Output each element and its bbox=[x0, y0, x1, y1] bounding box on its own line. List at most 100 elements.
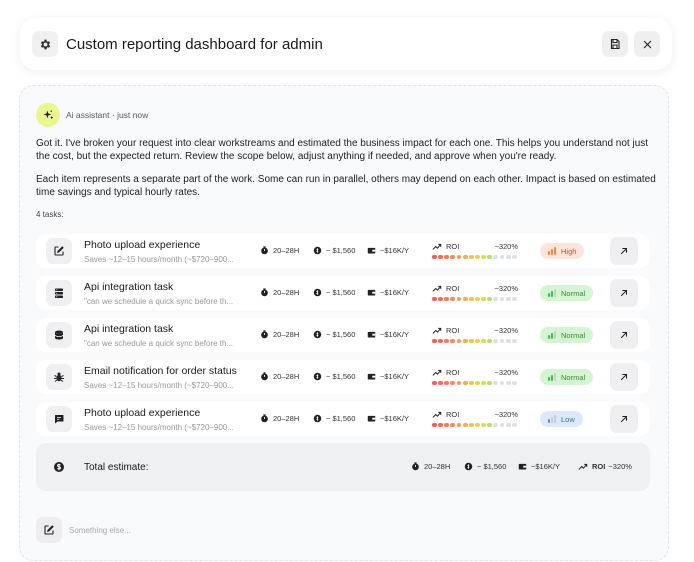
trend-up-icon bbox=[432, 243, 442, 250]
roi-segment bbox=[487, 423, 493, 427]
timer-icon bbox=[261, 372, 268, 381]
task-row[interactable]: Api integration task "can we schedule a … bbox=[36, 276, 650, 310]
signal-bars-icon bbox=[548, 289, 557, 297]
roi-meter bbox=[432, 255, 518, 259]
signal-bars-icon bbox=[548, 247, 557, 255]
task-subtitle: "can we schedule a quick sync before th.… bbox=[84, 338, 234, 348]
roi-segment bbox=[438, 255, 443, 259]
task-row[interactable]: Photo upload experience Saves ~12–15 hou… bbox=[36, 402, 650, 436]
coin-icon bbox=[313, 414, 322, 423]
arrow-up-right-icon bbox=[621, 248, 627, 254]
message-meta: Ai assistant · just now bbox=[36, 103, 148, 127]
task-impact: ~$16K/Y bbox=[367, 288, 409, 297]
bug-icon bbox=[46, 364, 72, 390]
gear-icon[interactable] bbox=[32, 31, 58, 57]
task-subtitle: Saves ~12–15 hours/month (~$720–900... bbox=[84, 422, 234, 432]
open-task-button[interactable] bbox=[610, 363, 638, 391]
task-row[interactable]: Api integration task "can we schedule a … bbox=[36, 318, 650, 352]
trend-up-icon bbox=[432, 411, 442, 418]
roi-segment bbox=[493, 381, 499, 385]
roi-segment bbox=[432, 255, 437, 259]
roi-meter bbox=[432, 297, 518, 301]
priority-bar bbox=[551, 333, 553, 339]
roi-segment bbox=[505, 297, 511, 301]
roi-segment bbox=[474, 339, 480, 343]
task-impact: ~$16K/Y bbox=[367, 330, 409, 339]
save-button[interactable] bbox=[602, 31, 628, 57]
server-icon bbox=[46, 280, 72, 306]
open-task-button[interactable] bbox=[610, 321, 638, 349]
wallet-icon bbox=[367, 247, 376, 254]
roi-segment bbox=[450, 297, 456, 301]
open-task-button[interactable] bbox=[610, 237, 638, 265]
roi-segment bbox=[481, 297, 486, 301]
task-row[interactable]: Photo upload experience Saves ~12–15 hou… bbox=[36, 234, 650, 268]
message-paragraph-1: Got it. I've broken your request into cl… bbox=[36, 138, 649, 162]
timer-icon bbox=[261, 414, 268, 423]
page-title: Custom reporting dashboard for admin bbox=[66, 35, 323, 53]
roi-segment bbox=[456, 381, 462, 385]
roi-segment bbox=[481, 381, 486, 385]
task-roi: ROI ~320% bbox=[432, 241, 518, 259]
compose-edit-button[interactable] bbox=[36, 517, 62, 543]
roi-segment bbox=[444, 423, 450, 427]
roi-segment bbox=[456, 423, 462, 427]
roi-segment bbox=[450, 423, 456, 427]
roi-segment bbox=[468, 297, 474, 301]
roi-segment bbox=[438, 381, 443, 385]
coin-icon bbox=[464, 462, 473, 471]
open-task-button[interactable] bbox=[610, 279, 638, 307]
total-hours: 20–28H bbox=[411, 462, 450, 471]
priority-bar bbox=[554, 373, 556, 381]
timestamp: just now bbox=[117, 110, 149, 120]
priority-bar bbox=[551, 375, 553, 381]
roi-segment bbox=[432, 381, 437, 385]
open-task-button[interactable] bbox=[610, 405, 638, 433]
arrow-up-right-icon bbox=[621, 416, 627, 422]
roi-segment bbox=[481, 255, 486, 259]
priority-bar bbox=[554, 247, 556, 255]
total-estimate-row: Total estimate: 20–28H ~ $1,560 ~$16K/Y … bbox=[36, 443, 650, 491]
task-hours: 20–28H bbox=[260, 372, 299, 381]
dollar-icon bbox=[46, 454, 72, 480]
task-row[interactable]: Email notification for order status Save… bbox=[36, 360, 650, 394]
edit-icon bbox=[44, 525, 54, 535]
roi-segment bbox=[505, 255, 511, 259]
task-name: Email notification for order status bbox=[84, 364, 237, 377]
roi-segment bbox=[462, 255, 468, 259]
roi-segment bbox=[499, 297, 505, 301]
roi-segment bbox=[487, 339, 493, 343]
compose-input[interactable] bbox=[69, 525, 469, 535]
priority-bar bbox=[554, 289, 556, 297]
task-roi: ROI ~320% bbox=[432, 367, 518, 385]
roi-segment bbox=[505, 381, 511, 385]
roi-segment bbox=[462, 423, 468, 427]
priority-bar bbox=[554, 415, 556, 423]
task-impact: ~$16K/Y bbox=[367, 372, 409, 381]
sparkle-icon bbox=[36, 103, 60, 127]
roi-segment bbox=[438, 339, 443, 343]
priority-bar bbox=[551, 291, 553, 297]
task-subtitle: "can we schedule a quick sync before th.… bbox=[84, 296, 234, 306]
priority-badge: Low bbox=[540, 411, 583, 427]
dashboard-header: Custom reporting dashboard for admin bbox=[20, 18, 672, 70]
arrow-up-right-icon bbox=[621, 374, 627, 380]
coin-icon bbox=[313, 372, 322, 381]
roi-segment bbox=[493, 423, 499, 427]
save-icon bbox=[610, 38, 620, 50]
roi-segment bbox=[505, 423, 511, 427]
close-button[interactable] bbox=[634, 31, 660, 57]
total-impact: ~$16K/Y bbox=[518, 462, 560, 471]
task-subtitle: Saves ~12–15 hours/month (~$720–900... bbox=[84, 254, 234, 264]
task-cost: ~ $1,560 bbox=[313, 330, 355, 339]
roi-segment bbox=[468, 381, 474, 385]
roi-segment bbox=[432, 423, 437, 427]
roi-segment bbox=[444, 255, 450, 259]
task-hours: 20–28H bbox=[260, 330, 299, 339]
task-roi: ROI ~320% bbox=[432, 409, 518, 427]
timer-icon bbox=[261, 288, 268, 297]
priority-badge: Normal bbox=[540, 285, 594, 301]
priority-bar bbox=[548, 419, 550, 423]
roi-segment bbox=[474, 423, 480, 427]
task-roi: ROI ~320% bbox=[432, 283, 518, 301]
